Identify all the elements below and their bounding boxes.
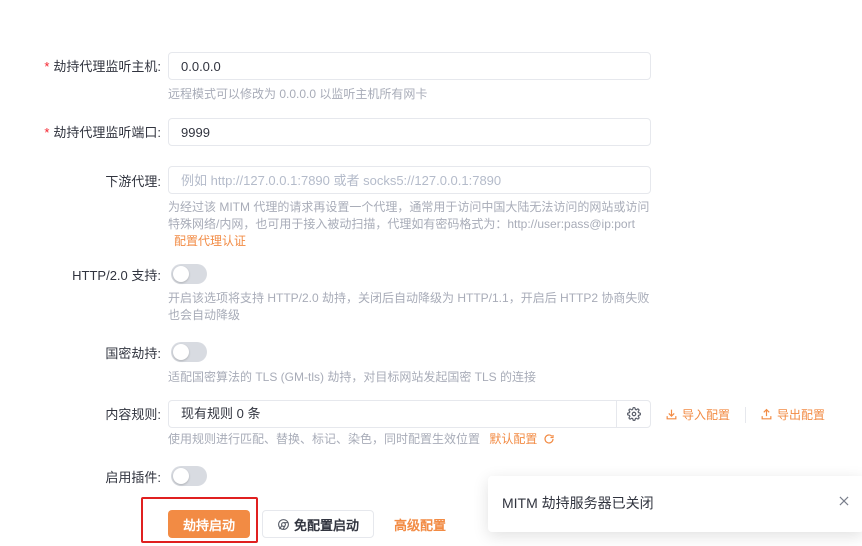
chrome-icon (278, 518, 289, 530)
refresh-icon (544, 434, 554, 444)
port-input[interactable] (168, 118, 651, 146)
downstream-label: 下游代理: (105, 174, 161, 189)
export-config-label: 导出配置 (777, 408, 826, 422)
default-config-label: 默认配置 (489, 432, 538, 446)
gm-help: 适配国密算法的 TLS (GM-tls) 劫持，对目标网站发起国密 TLS 的连… (168, 370, 537, 384)
host-label: * 劫持代理监听主机: (44, 57, 161, 77)
host-label-text: 劫持代理监听主机: (53, 59, 161, 74)
http2-help: 开启该选项将支持 HTTP/2.0 劫持，关闭后自动降级为 HTTP/1.1，开… (168, 291, 650, 322)
rules-count: 现有规则 0 条 (181, 406, 261, 421)
advanced-config-button[interactable]: 高级配置 (394, 515, 446, 534)
divider (745, 407, 746, 423)
gm-label: 国密劫持: (105, 346, 161, 361)
gm-switch[interactable] (171, 342, 207, 362)
export-config-button[interactable]: 导出配置 (760, 406, 825, 423)
proxy-auth-link[interactable]: 配置代理认证 (174, 234, 246, 248)
downstream-help-text: 为经过该 MITM 代理的请求再设置一个代理，通常用于访问中国大陆无法访问的网站… (168, 200, 650, 231)
toast-message: MITM 劫持服务器已关闭 (502, 495, 654, 511)
host-input[interactable] (168, 52, 651, 80)
close-icon[interactable] (837, 494, 851, 508)
no-config-start-label: 免配置启动 (293, 517, 359, 533)
rules-help-text: 使用规则进行匹配、替换、标记、染色，同时配置生效位置 (168, 432, 481, 446)
downstream-help: 为经过该 MITM 代理的请求再设置一个代理，通常用于访问中国大陆无法访问的网站… (168, 199, 653, 250)
upload-icon (761, 408, 772, 420)
toast-notification: MITM 劫持服务器已关闭 (488, 476, 862, 532)
port-label-text: 劫持代理监听端口: (53, 125, 161, 140)
rules-label: 内容规则: (105, 407, 161, 422)
http2-switch[interactable] (171, 264, 207, 284)
import-config-label: 导入配置 (682, 408, 731, 422)
switch-knob (173, 266, 189, 282)
port-label: * 劫持代理监听端口: (44, 123, 161, 143)
import-config-button[interactable]: 导入配置 (665, 406, 730, 423)
plugins-switch[interactable] (171, 466, 207, 486)
required-mark: * (44, 59, 50, 74)
download-icon (666, 409, 677, 420)
http2-label: HTTP/2.0 支持: (72, 268, 161, 283)
switch-knob (173, 344, 189, 360)
rules-help: 使用规则进行匹配、替换、标记、染色，同时配置生效位置 默认配置 (168, 431, 653, 448)
switch-knob (173, 468, 189, 484)
gear-icon[interactable] (616, 401, 650, 427)
rules-field[interactable]: 现有规则 0 条 (168, 400, 651, 428)
required-mark: * (44, 125, 50, 140)
no-config-start-button[interactable]: 免配置启动 (262, 510, 374, 538)
downstream-proxy-input[interactable] (168, 166, 651, 194)
host-help: 远程模式可以修改为 0.0.0.0 以监听主机所有网卡 (168, 87, 428, 101)
start-hijack-button[interactable]: 劫持启动 (168, 510, 250, 538)
plugins-label: 启用插件: (105, 470, 161, 485)
default-config-link[interactable]: 默认配置 (489, 432, 554, 446)
